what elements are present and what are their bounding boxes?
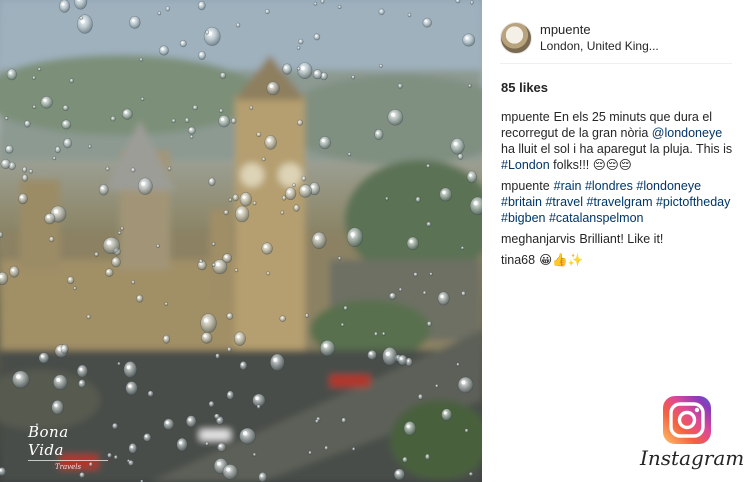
comment-item: tina68 😀👍✨	[501, 252, 733, 268]
hashtag-link[interactable]: #bigben	[501, 211, 546, 225]
comments-list: mpuente En els 25 minuts que dura el reco…	[501, 109, 733, 273]
hashtag-link[interactable]: #pictoftheday	[656, 195, 730, 209]
hashtag-link[interactable]: #catalanspelmon	[549, 211, 644, 225]
hashtag-link[interactable]: #travelgram	[587, 195, 653, 209]
hashtag-link[interactable]: #britain	[501, 195, 542, 209]
comment-author[interactable]: mpuente	[501, 110, 550, 124]
comment-author[interactable]: mpuente	[501, 179, 550, 193]
instagram-logo-icon	[663, 396, 711, 444]
comment-author[interactable]: meghanjarvis	[501, 232, 575, 246]
hashtag-link[interactable]: #London	[501, 158, 550, 172]
hashtag-link[interactable]: #londoneye	[636, 179, 701, 193]
hashtag-link[interactable]: #londres	[585, 179, 633, 193]
hashtag-link[interactable]: #rain	[554, 179, 582, 193]
avatar[interactable]	[500, 22, 532, 54]
post-header-text: mpuente London, United King...	[540, 21, 659, 55]
comment-text: folks!!! 😔😔😔	[549, 158, 632, 172]
bona-vida-watermark: Bona Vida Travels	[28, 423, 108, 471]
rainy-london-scene	[0, 0, 482, 482]
post-username[interactable]: mpuente	[540, 21, 659, 38]
likes-count[interactable]: 85 likes	[501, 80, 548, 95]
comment-item: mpuente #rain #londres #londoneye #britai…	[501, 178, 733, 226]
instagram-wordmark: Instagram	[640, 446, 745, 470]
hashtag-link[interactable]: #travel	[545, 195, 583, 209]
post-location[interactable]: London, United King...	[540, 38, 659, 55]
post-photo[interactable]: Bona Vida Travels	[0, 0, 482, 482]
comment-text: Brilliant! Like it!	[579, 232, 664, 246]
comment-text: ha lluit el sol i ha aparegut la pluja. …	[501, 142, 733, 156]
comment-item: meghanjarvis Brilliant! Like it!	[501, 231, 733, 247]
watermark-subtitle: Travels	[54, 463, 82, 471]
likes-number: 85	[501, 80, 516, 95]
likes-label: likes	[519, 80, 549, 95]
comment-author[interactable]: tina68	[501, 253, 535, 267]
comment-text: 😀👍✨	[539, 253, 584, 267]
mention-link[interactable]: @londoneye	[652, 126, 722, 140]
comment-item: mpuente En els 25 minuts que dura el reco…	[501, 109, 733, 173]
header-divider	[500, 63, 732, 64]
post-header: mpuente London, United King...	[500, 14, 738, 62]
watermark-title: Bona Vida	[28, 423, 108, 461]
